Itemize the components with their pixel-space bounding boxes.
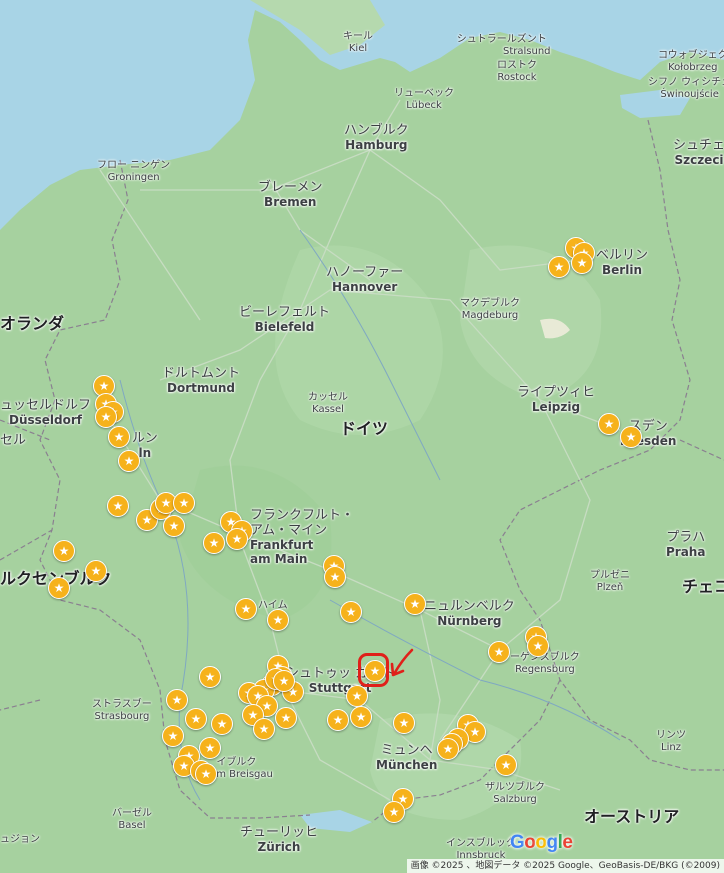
star-icon[interactable]: ★ — [437, 738, 459, 760]
label-leipzig: ライプツィヒ Leipzig — [517, 385, 596, 414]
label-dusseldorf: ュッセルドルフ Düsseldorf — [0, 398, 92, 427]
label-berlin: ベルリン Berlin — [596, 248, 649, 277]
label-germany: ドイツ — [340, 419, 389, 438]
label-strasbourg: ストラスブー Strasbourg — [92, 699, 152, 722]
star-icon[interactable]: ★ — [95, 406, 117, 428]
star-icon[interactable]: ★ — [350, 706, 372, 728]
google-logo: Google — [510, 832, 573, 853]
label-frankfurt: フランクフルト・ アム・マイン Frankfurt am Main — [250, 508, 355, 566]
star-icon[interactable]: ★ — [273, 670, 295, 692]
label-magdeburg: マクデブルク Magdeburg — [460, 298, 520, 321]
star-icon[interactable]: ★ — [226, 528, 248, 550]
star-icon[interactable]: ★ — [620, 426, 642, 448]
label-rostock: ロストク Rostock — [497, 60, 537, 83]
star-icon[interactable]: ★ — [404, 593, 426, 615]
star-icon[interactable]: ★ — [495, 754, 517, 776]
label-linz: リンツ Linz — [656, 730, 686, 753]
star-icon[interactable]: ★ — [275, 707, 297, 729]
star-icon[interactable]: ★ — [267, 609, 289, 631]
label-szczecin: シュチェ Szczeci — [673, 138, 724, 167]
star-icon[interactable]: ★ — [48, 577, 70, 599]
star-icon[interactable]: ★ — [548, 256, 570, 278]
label-salzburg: ザルツブルク Salzburg — [485, 782, 545, 805]
star-icon[interactable]: ★ — [235, 598, 257, 620]
star-icon[interactable]: ★ — [199, 737, 221, 759]
star-icon[interactable]: ★ — [527, 635, 549, 657]
label-swinoujscie: シフノ ウィシチェ Świnoujście — [648, 77, 724, 100]
label-zurich: チューリッヒ Zürich — [240, 825, 319, 854]
star-icon[interactable]: ★ — [85, 560, 107, 582]
label-bielefeld: ビーレフェルト Bielefeld — [239, 305, 331, 334]
star-icon[interactable]: ★ — [195, 763, 217, 785]
star-icon[interactable]: ★ — [571, 252, 593, 274]
label-kolobrzeg: コウォブジェク Kołobrzeg — [658, 50, 724, 73]
star-icon[interactable]: ★ — [162, 725, 184, 747]
star-icon[interactable]: ★ — [107, 495, 129, 517]
star-icon[interactable]: ★ — [488, 641, 510, 663]
label-regensburg: ーゲンスブルク Regensburg — [510, 652, 580, 675]
star-icon[interactable]: ★ — [166, 689, 188, 711]
star-icon[interactable]: ★ — [108, 426, 130, 448]
label-hannover: ハノーファー Hannover — [326, 265, 404, 294]
star-icon[interactable]: ★ — [346, 685, 368, 707]
label-munchen: ミュンヘ München — [376, 743, 438, 772]
label-stralsund: シュトラールズント Stralsund — [456, 34, 551, 57]
star-icon[interactable]: ★ — [393, 712, 415, 734]
label-hamburg: ハンブルク Hamburg — [344, 123, 409, 152]
map-attribution[interactable]: 画像 ©2025 、地図データ ©2025 Google、GeoBasis-DE… — [406, 859, 724, 873]
label-lubeck: リューベック Lübeck — [394, 88, 454, 111]
label-nurnberg: ニュルンベルク Nürnberg — [424, 599, 515, 628]
arrow-annotation — [390, 648, 414, 677]
label-austria: オーストリア — [584, 807, 680, 826]
star-icon[interactable]: ★ — [53, 540, 75, 562]
label-groningen: フロー ニンゲン Groningen — [97, 160, 171, 183]
label-czech: チェコ — [682, 577, 724, 596]
label-dortmund: ドルトムント Dortmund — [162, 366, 241, 395]
star-icon[interactable]: ★ — [340, 601, 362, 623]
label-kiel: キール Kiel — [343, 31, 373, 54]
star-icon[interactable]: ★ — [118, 450, 140, 472]
star-icon[interactable]: ★ — [185, 708, 207, 730]
label-mulhouse: ュジョン — [0, 834, 40, 845]
star-icon[interactable]: ★ — [327, 709, 349, 731]
label-basel: バーゼル Basel — [112, 808, 152, 831]
label-bremen: ブレーメン Bremen — [258, 180, 323, 209]
star-icon[interactable]: ★ — [203, 532, 225, 554]
label-netherlands: オランダ — [0, 314, 65, 333]
star-icon[interactable]: ★ — [211, 713, 233, 735]
star-icon[interactable]: ★ — [253, 718, 275, 740]
star-icon[interactable]: ★ — [598, 413, 620, 435]
label-kassel: カッセル Kassel — [308, 392, 348, 415]
star-icon[interactable]: ★ — [324, 566, 346, 588]
star-icon[interactable]: ★ — [199, 666, 221, 688]
star-icon[interactable]: ★ — [383, 801, 405, 823]
label-brussels: セル — [0, 433, 27, 448]
highlight-box — [358, 653, 389, 687]
label-prague: プラハ Praha — [666, 530, 706, 559]
star-icon[interactable]: ★ — [173, 492, 195, 514]
label-plzen: プルゼニ Plzeň — [590, 570, 630, 593]
star-icon[interactable]: ★ — [163, 515, 185, 537]
